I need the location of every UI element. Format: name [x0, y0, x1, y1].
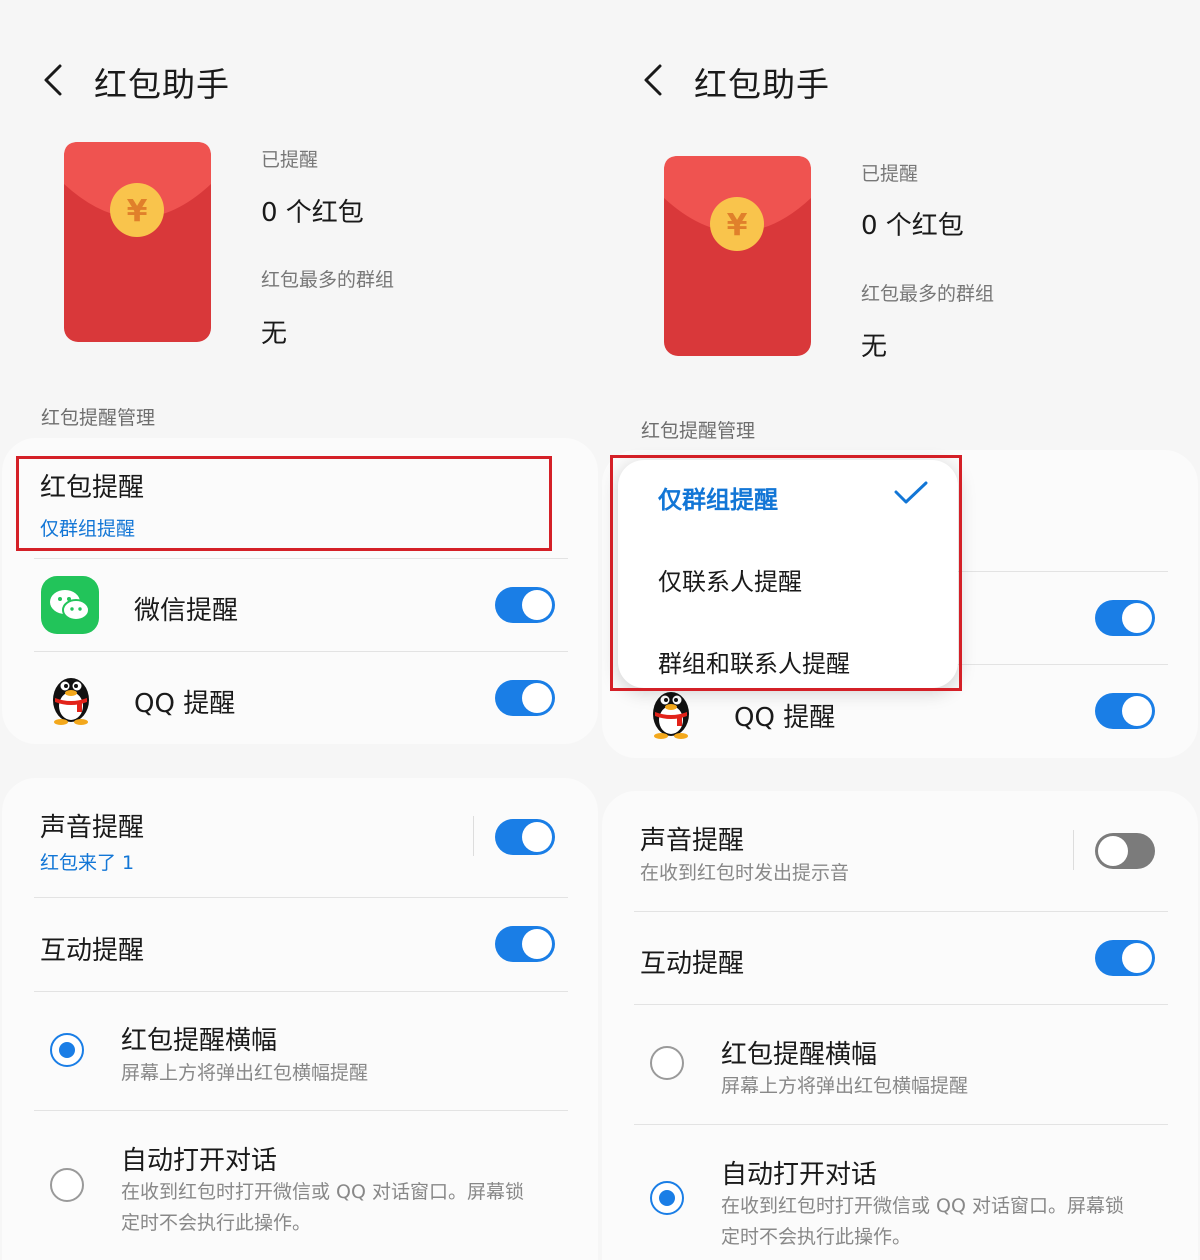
sound-reminder-title: 声音提醒: [40, 813, 145, 843]
sound-reminder-toggle[interactable]: [495, 819, 555, 855]
wechat-reminder-label: 微信提醒: [134, 596, 239, 626]
auto-open-desc-line1: 在收到红包时打开微信或 QQ 对话窗口。屏幕锁: [121, 1181, 524, 1203]
divider: [34, 1110, 568, 1111]
sound-reminder-sub: 在收到红包时发出提示音: [640, 862, 850, 884]
top-group-label: 红包最多的群组: [861, 283, 995, 305]
banner-option-desc: 屏幕上方将弹出红包横幅提醒: [721, 1075, 969, 1097]
auto-open-desc-line1: 在收到红包时打开微信或 QQ 对话窗口。屏幕锁: [721, 1195, 1124, 1217]
sound-reminder-sub[interactable]: 红包来了 1: [40, 848, 134, 875]
auto-open-desc-line2: 定时不会执行此操作。: [121, 1212, 312, 1234]
banner-radio[interactable]: [650, 1046, 684, 1080]
highlight-box: [16, 456, 552, 551]
divider: [634, 911, 1168, 912]
auto-open-desc-line2: 定时不会执行此操作。: [721, 1226, 912, 1248]
banner-option-title: 红包提醒横幅: [121, 1026, 278, 1056]
top-group-label: 红包最多的群组: [261, 269, 395, 291]
interactive-reminder-title: 互动提醒: [640, 949, 745, 979]
divider: [34, 558, 568, 559]
divider: [634, 1004, 1168, 1005]
left-screen: 红包助手 ¥ 已提醒 0 个红包 红包最多的群组 无 红包提醒管理 红包提醒 仅…: [0, 0, 600, 1260]
divider: [634, 1124, 1168, 1125]
banner-option-desc: 屏幕上方将弹出红包横幅提醒: [121, 1062, 369, 1084]
wechat-reminder-toggle[interactable]: [1095, 600, 1155, 636]
section-label: 红包提醒管理: [641, 420, 756, 442]
banner-option-title: 红包提醒横幅: [721, 1040, 878, 1070]
interactive-reminder-title: 互动提醒: [40, 936, 145, 966]
divider: [34, 651, 568, 652]
top-group-value: 无: [861, 332, 888, 362]
sound-reminder-toggle[interactable]: [1095, 833, 1155, 869]
red-envelope-icon: ¥: [64, 142, 211, 342]
wechat-reminder-toggle[interactable]: [495, 587, 555, 623]
interactive-reminder-toggle[interactable]: [1095, 940, 1155, 976]
right-screen: 红包助手 ¥ 已提醒 0 个红包 红包最多的群组 无 红包提醒管理 QQ 提醒 …: [600, 0, 1200, 1260]
interactive-reminder-toggle[interactable]: [495, 926, 555, 962]
svg-text:¥: ¥: [727, 208, 748, 243]
top-group-value: 无: [261, 319, 288, 349]
auto-open-option-title: 自动打开对话: [721, 1160, 878, 1190]
sound-reminder-title: 声音提醒: [640, 826, 745, 856]
qq-reminder-label: QQ 提醒: [734, 703, 836, 733]
reminded-label: 已提醒: [261, 149, 319, 171]
reminded-count: 0 个红包: [861, 211, 964, 241]
divider: [34, 991, 568, 992]
back-arrow-icon[interactable]: [40, 60, 70, 100]
auto-open-radio[interactable]: [50, 1168, 84, 1202]
back-arrow-icon[interactable]: [640, 60, 670, 100]
vertical-separator: [1073, 830, 1074, 870]
highlight-box: [610, 455, 962, 691]
wechat-icon: [41, 576, 99, 634]
svg-text:¥: ¥: [127, 194, 148, 229]
qq-penguin-icon: [53, 678, 89, 725]
qq-reminder-toggle[interactable]: [495, 680, 555, 716]
red-envelope-icon: ¥: [664, 156, 811, 356]
auto-open-radio[interactable]: [650, 1181, 684, 1215]
section-label: 红包提醒管理: [41, 407, 156, 429]
reminded-count: 0 个红包: [261, 198, 364, 228]
page-title: 红包助手: [94, 65, 230, 104]
divider: [34, 897, 568, 898]
banner-radio[interactable]: [50, 1033, 84, 1067]
page-title: 红包助手: [694, 65, 830, 104]
reminded-label: 已提醒: [861, 163, 919, 185]
qq-reminder-label: QQ 提醒: [134, 689, 236, 719]
qq-reminder-toggle[interactable]: [1095, 693, 1155, 729]
auto-open-option-title: 自动打开对话: [121, 1146, 278, 1176]
vertical-separator: [473, 816, 474, 856]
